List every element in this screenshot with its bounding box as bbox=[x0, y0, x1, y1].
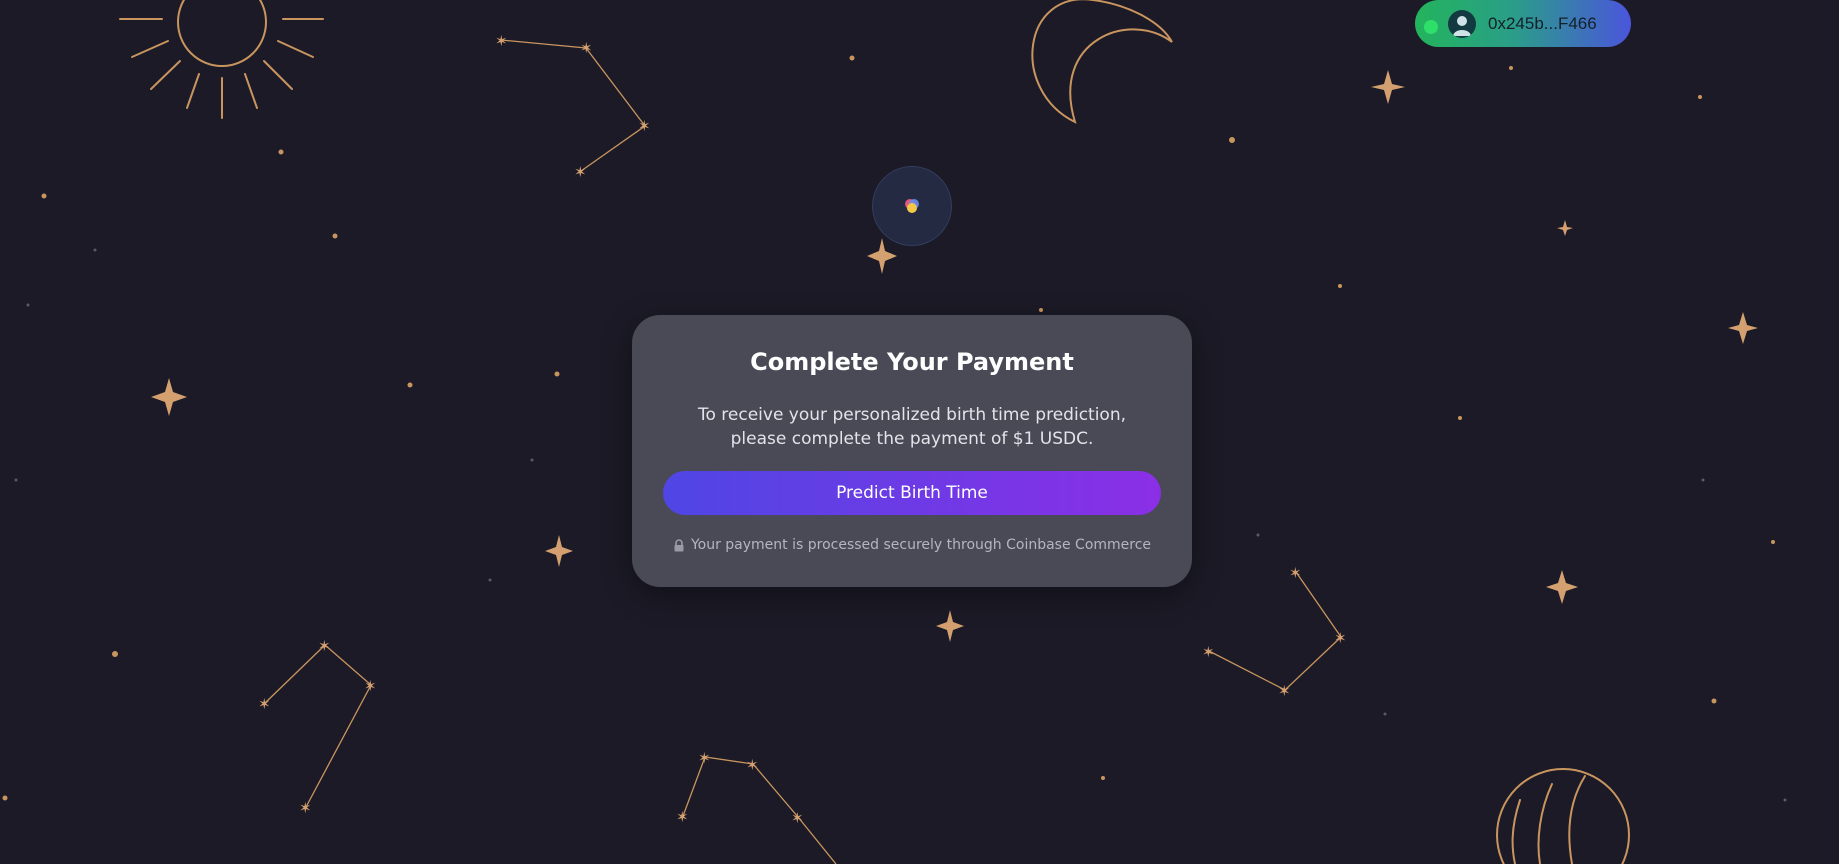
svg-text:✶: ✶ bbox=[746, 756, 759, 774]
predict-birth-time-button[interactable]: Predict Birth Time bbox=[663, 471, 1161, 515]
svg-text:✶: ✶ bbox=[364, 677, 377, 695]
svg-text:✶: ✶ bbox=[258, 695, 271, 713]
svg-text:✶: ✶ bbox=[791, 809, 804, 827]
svg-text:✶: ✶ bbox=[495, 32, 508, 50]
user-avatar-icon bbox=[1448, 9, 1476, 38]
loading-orb bbox=[872, 166, 952, 246]
svg-text:✶: ✶ bbox=[1278, 682, 1291, 700]
svg-text:✶: ✶ bbox=[1202, 643, 1215, 661]
svg-text:✶: ✶ bbox=[1334, 629, 1347, 647]
svg-text:✶: ✶ bbox=[299, 799, 312, 817]
planet-icon bbox=[1496, 768, 1630, 864]
modal-title: Complete Your Payment bbox=[750, 348, 1074, 376]
svg-text:✶: ✶ bbox=[698, 749, 711, 767]
modal-description: To receive your personalized birth time … bbox=[697, 405, 1127, 449]
svg-text:✶: ✶ bbox=[580, 39, 593, 57]
palette-icon bbox=[905, 199, 919, 213]
moon-icon bbox=[1031, 0, 1173, 124]
svg-text:✶: ✶ bbox=[318, 637, 331, 655]
sun-icon bbox=[119, 0, 324, 119]
svg-text:✶: ✶ bbox=[676, 808, 689, 826]
svg-text:✶: ✶ bbox=[638, 117, 651, 135]
wallet-address: 0x245b...F466 bbox=[1488, 13, 1597, 33]
svg-text:✶: ✶ bbox=[1289, 564, 1302, 582]
wallet-connect-button[interactable]: 0x245b...F466 bbox=[1415, 0, 1631, 47]
payment-modal: Complete Your Payment To receive your pe… bbox=[632, 315, 1192, 587]
secure-payment-note: Your payment is processed securely throu… bbox=[632, 537, 1192, 553]
connection-status-dot bbox=[1424, 19, 1438, 34]
secure-note-text: Your payment is processed securely throu… bbox=[690, 537, 1152, 553]
svg-text:✶: ✶ bbox=[574, 163, 587, 181]
lock-icon bbox=[674, 538, 684, 551]
